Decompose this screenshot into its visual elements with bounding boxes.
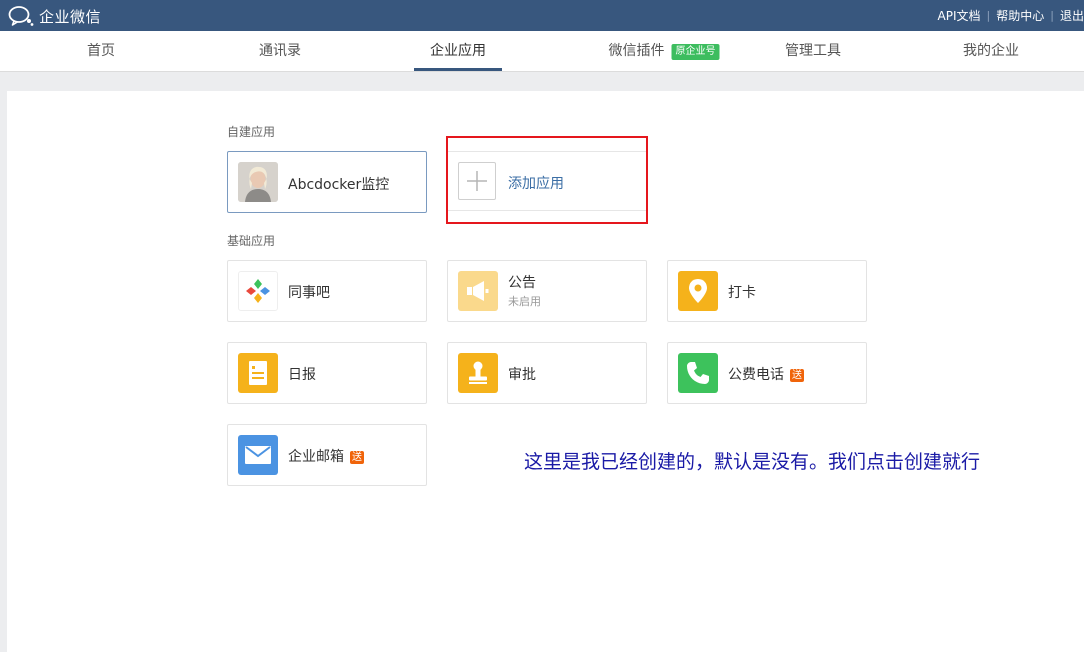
app-avatar bbox=[238, 162, 278, 202]
app-card-enterprise-mail[interactable]: 企业邮箱送 bbox=[227, 424, 427, 486]
app-card-checkin[interactable]: 打卡 bbox=[667, 260, 867, 322]
app-card-abcdocker[interactable]: Abcdocker监控 bbox=[227, 151, 427, 213]
logout-link[interactable]: 退出 bbox=[1060, 7, 1084, 24]
app-name: 日报 bbox=[288, 367, 316, 383]
gift-badge: 送 bbox=[350, 451, 364, 464]
link-separator: | bbox=[986, 9, 991, 22]
megaphone-icon bbox=[458, 271, 498, 311]
logo-text: 企业微信 bbox=[39, 7, 102, 26]
app-name: 同事吧 bbox=[288, 285, 330, 301]
app-status: 未启用 bbox=[508, 295, 541, 308]
app-name: 审批 bbox=[508, 367, 536, 383]
nav-contacts[interactable]: 通讯录 bbox=[259, 31, 301, 71]
gift-badge: 送 bbox=[790, 369, 804, 382]
app-card-approval[interactable]: 审批 bbox=[447, 342, 647, 404]
nav-enterprise-apps[interactable]: 企业应用 bbox=[414, 31, 502, 71]
nav-wechat-plugin-label: 微信插件 bbox=[608, 43, 665, 59]
report-icon bbox=[238, 353, 278, 393]
portrait-icon bbox=[238, 162, 278, 202]
plugin-badge: 原企业号 bbox=[671, 44, 720, 60]
basic-apps-label: 基础应用 bbox=[227, 234, 276, 248]
location-pin-icon bbox=[678, 271, 718, 311]
phone-icon bbox=[678, 353, 718, 393]
app-card-announcement[interactable]: 公告 未启用 bbox=[447, 260, 647, 322]
main-nav: 首页 通讯录 企业应用 微信插件 原企业号 管理工具 我的企业 bbox=[0, 31, 1084, 72]
mail-icon bbox=[238, 435, 278, 475]
app-name-with-badge: 公费电话送 bbox=[728, 364, 804, 384]
app-name: 企业邮箱 bbox=[288, 449, 344, 465]
app-card-tongshiba[interactable]: 同事吧 bbox=[227, 260, 427, 322]
api-docs-link[interactable]: API文档 bbox=[938, 7, 981, 24]
top-links: API文档 | 帮助中心 | 退出 bbox=[938, 0, 1084, 31]
annotation-text: 这里是我已经创建的，默认是没有。我们点击创建就行 bbox=[524, 451, 981, 473]
custom-apps-label: 自建应用 bbox=[227, 125, 276, 139]
nav-management-tools[interactable]: 管理工具 bbox=[785, 31, 841, 71]
app-card-daily-report[interactable]: 日报 bbox=[227, 342, 427, 404]
app-name-with-badge: 企业邮箱送 bbox=[288, 446, 364, 466]
app-card-public-phone[interactable]: 公费电话送 bbox=[667, 342, 867, 404]
app-name: 打卡 bbox=[728, 285, 756, 301]
wecom-logo-icon bbox=[8, 6, 34, 26]
app-name: Abcdocker监控 bbox=[288, 177, 390, 193]
stamp-icon bbox=[458, 353, 498, 393]
app-name: 公告 bbox=[508, 275, 536, 291]
tongshiba-icon bbox=[238, 271, 278, 311]
app-name: 公费电话 bbox=[728, 367, 784, 383]
logo[interactable]: 企业微信 bbox=[8, 5, 101, 27]
top-bar: 企业微信 API文档 | 帮助中心 | 退出 bbox=[0, 0, 1084, 31]
help-center-link[interactable]: 帮助中心 bbox=[996, 7, 1044, 24]
nav-my-company[interactable]: 我的企业 bbox=[963, 31, 1019, 71]
nav-home[interactable]: 首页 bbox=[87, 31, 115, 71]
highlight-box bbox=[446, 136, 648, 224]
nav-wechat-plugin[interactable]: 微信插件 原企业号 bbox=[609, 31, 720, 71]
link-separator: | bbox=[1050, 9, 1054, 22]
